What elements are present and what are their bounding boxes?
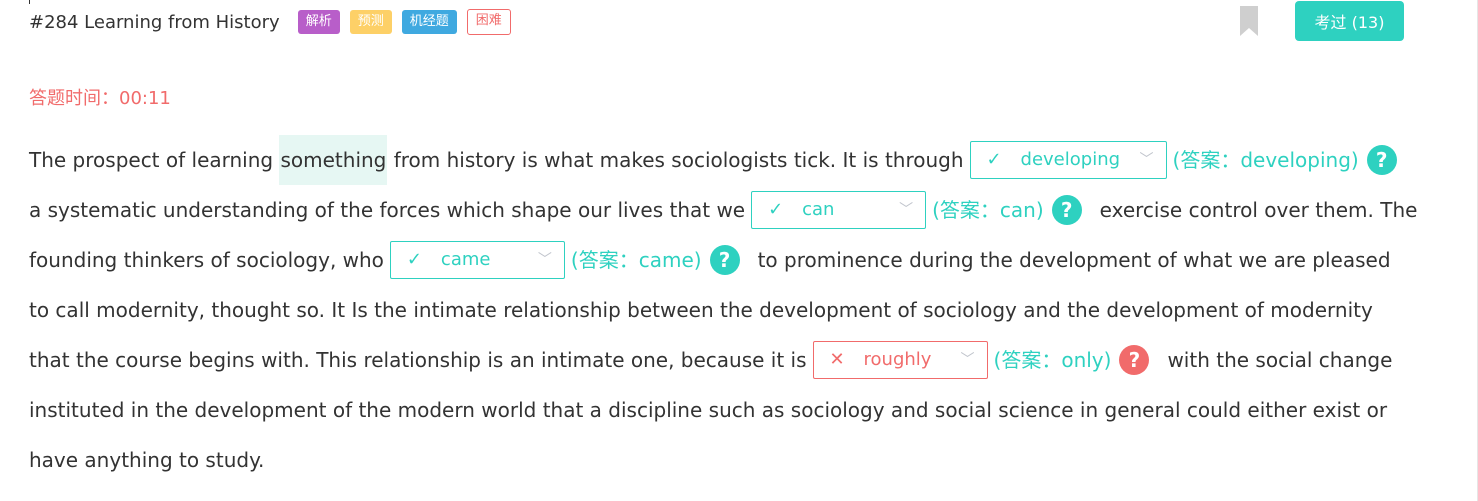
passage-text: The prospect of learning (29, 148, 274, 172)
correct-answer: (答案：only) (993, 348, 1112, 372)
passage-text: founding thinkers of sociology, who (29, 248, 384, 272)
question-title: #284 Learning from History (29, 11, 280, 33)
passage: The prospect of learning something from … (29, 135, 1429, 485)
blank-value: roughly (863, 349, 932, 370)
blank-value: can (802, 199, 835, 220)
check-icon: ✓ (986, 149, 1002, 170)
help-icon[interactable]: ? (709, 245, 740, 275)
check-icon: ✓ (406, 249, 423, 270)
help-icon[interactable]: ? (1366, 145, 1397, 175)
blank-value: came (440, 249, 491, 270)
check-icon: ✓ (768, 199, 784, 220)
correct-answer: (答案：developing) (1172, 148, 1359, 172)
tag-analysis[interactable]: 解析 (297, 10, 340, 34)
chevron-down-icon: ﹀ (1139, 152, 1154, 168)
blank-select-2[interactable]: ✓ can ﹀ (751, 191, 927, 229)
passage-line: The prospect of learning something from … (29, 135, 1429, 185)
passage-line: instituted in the development of the mod… (29, 385, 1429, 435)
passage-text: exercise control over them. The (1099, 198, 1418, 222)
blank-select-1[interactable]: ✓ developing ﹀ (969, 141, 1167, 179)
exam-taken-button[interactable]: 考过 (13) (1295, 1, 1404, 41)
passage-text: instituted in the development of the mod… (29, 398, 1388, 422)
cursor-mark (29, 0, 30, 4)
passage-line: to call modernity, thought so. It Is the… (29, 285, 1429, 335)
chevron-down-icon: ﹀ (537, 252, 552, 268)
cross-icon: ✕ (829, 349, 845, 370)
highlighted-word: something (279, 135, 388, 185)
question-page: #284 Learning from History 解析 预测 机经题 困难 … (0, 0, 1478, 501)
question-header: #284 Learning from History 解析 预测 机经题 困难 (29, 8, 521, 36)
chevron-down-icon: ﹀ (899, 202, 914, 218)
help-icon[interactable]: ? (1051, 195, 1082, 225)
passage-text: to call modernity, thought so. It Is the… (29, 298, 1373, 322)
tag-difficulty: 困难 (466, 9, 511, 35)
passage-text: a systematic understanding of the forces… (29, 198, 746, 222)
blank-select-3[interactable]: ✓ came ﹀ (389, 241, 565, 279)
passage-line: a systematic understanding of the forces… (29, 185, 1429, 235)
chevron-down-icon: ﹀ (960, 352, 975, 368)
passage-line: founding thinkers of sociology, who ✓ ca… (29, 235, 1429, 285)
correct-answer: (答案：can) (932, 198, 1044, 222)
bookmark-icon[interactable] (1240, 6, 1258, 36)
tag-prediction[interactable]: 预测 (349, 10, 392, 34)
blank-value: developing (1020, 149, 1121, 170)
passage-line: that the course begins with. This relati… (29, 335, 1429, 385)
passage-text: that the course begins with. This relati… (29, 348, 807, 372)
tag-recall-question[interactable]: 机经题 (401, 10, 457, 34)
passage-text: from history is what makes sociologists … (393, 148, 964, 172)
passage-line: have anything to study. (29, 435, 1429, 485)
help-icon[interactable]: ? (1119, 345, 1150, 375)
correct-answer: (答案：came) (570, 248, 702, 272)
answer-timer: 答题时间：00:11 (29, 88, 171, 109)
blank-select-4[interactable]: ✕ roughly ﹀ (812, 341, 988, 379)
passage-text: to prominence during the development of … (757, 248, 1391, 272)
passage-text: with the social change (1167, 348, 1393, 372)
passage-text: have anything to study. (29, 448, 265, 472)
